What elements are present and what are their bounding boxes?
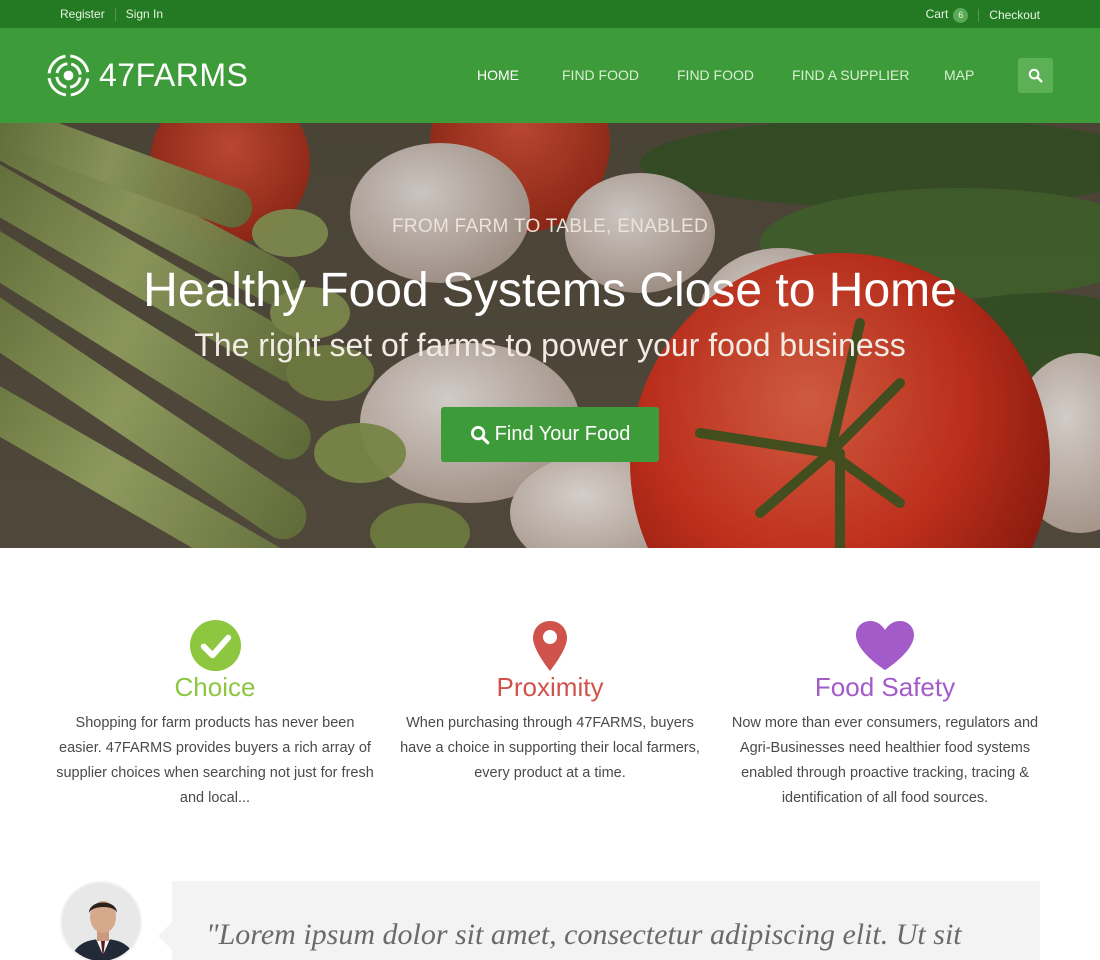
nav-find-food-2[interactable]: FIND FOOD xyxy=(677,67,754,83)
quote-pointer xyxy=(158,922,172,950)
feature-icon-wrap xyxy=(725,618,1045,672)
site-header: 47FARMS HOME FIND FOOD FIND FOOD FIND A … xyxy=(0,28,1100,123)
hero-subline: The right set of farms to power your foo… xyxy=(194,327,906,363)
feature-description: When purchasing through 47FARMS, buyers … xyxy=(400,715,700,781)
cart-label: Cart xyxy=(925,7,949,21)
nav-home[interactable]: HOME xyxy=(477,67,519,83)
feature-icon-wrap xyxy=(55,618,375,672)
find-your-food-button[interactable]: Find Your Food xyxy=(441,407,659,462)
register-link[interactable]: Register xyxy=(60,7,105,21)
check-circle-icon xyxy=(189,619,241,672)
sign-in-link[interactable]: Sign In xyxy=(126,7,163,21)
heart-icon xyxy=(856,621,914,670)
divider xyxy=(114,7,116,21)
cart-links: Cart 6 Checkout xyxy=(926,7,1040,23)
map-pin-icon xyxy=(533,621,567,671)
feature-food-safety: Food Safety Now more than ever consumers… xyxy=(725,618,1045,811)
nav-map[interactable]: MAP xyxy=(944,67,974,83)
hero-banner: FROM FARM TO TABLE, ENABLED Healthy Food… xyxy=(0,123,1100,548)
feature-icon-wrap xyxy=(390,618,710,672)
nav-find-food[interactable]: FIND FOOD xyxy=(562,67,639,83)
hero-kicker: FROM FARM TO TABLE, ENABLED xyxy=(391,216,709,237)
search-icon xyxy=(470,425,490,444)
cart-link[interactable]: Cart 6 xyxy=(926,7,969,23)
divider xyxy=(978,8,980,22)
search-icon xyxy=(1028,68,1043,83)
nav-find-a-supplier[interactable]: FIND A SUPPLIER xyxy=(792,67,909,83)
person-portrait-image xyxy=(62,883,140,960)
account-links: Register Sign In xyxy=(60,7,163,21)
feature-title: Choice xyxy=(174,672,256,702)
feature-title: Food Safety xyxy=(814,672,956,702)
feature-proximity: Proximity When purchasing through 47FARM… xyxy=(390,618,710,786)
feature-title: Proximity xyxy=(496,672,604,702)
cta-label: Find Your Food xyxy=(494,423,631,445)
main-nav: HOME FIND FOOD FIND FOOD FIND A SUPPLIER… xyxy=(0,67,1100,87)
cart-count-badge: 6 xyxy=(953,8,969,23)
hero-headline: Healthy Food Systems Close to Home xyxy=(143,264,957,317)
feature-choice: Choice Shopping for farm products has ne… xyxy=(55,618,375,811)
feature-description: Shopping for farm products has never bee… xyxy=(56,715,374,806)
checkout-link[interactable]: Checkout xyxy=(989,8,1040,22)
testimonial-quote: "Lorem ipsum dolor sit amet, consectetur… xyxy=(206,918,962,951)
top-utility-bar: Register Sign In Cart 6 Checkout xyxy=(0,0,1100,28)
avatar xyxy=(60,881,142,960)
feature-description: Now more than ever consumers, regulators… xyxy=(731,715,1039,806)
search-button[interactable] xyxy=(1018,58,1053,93)
